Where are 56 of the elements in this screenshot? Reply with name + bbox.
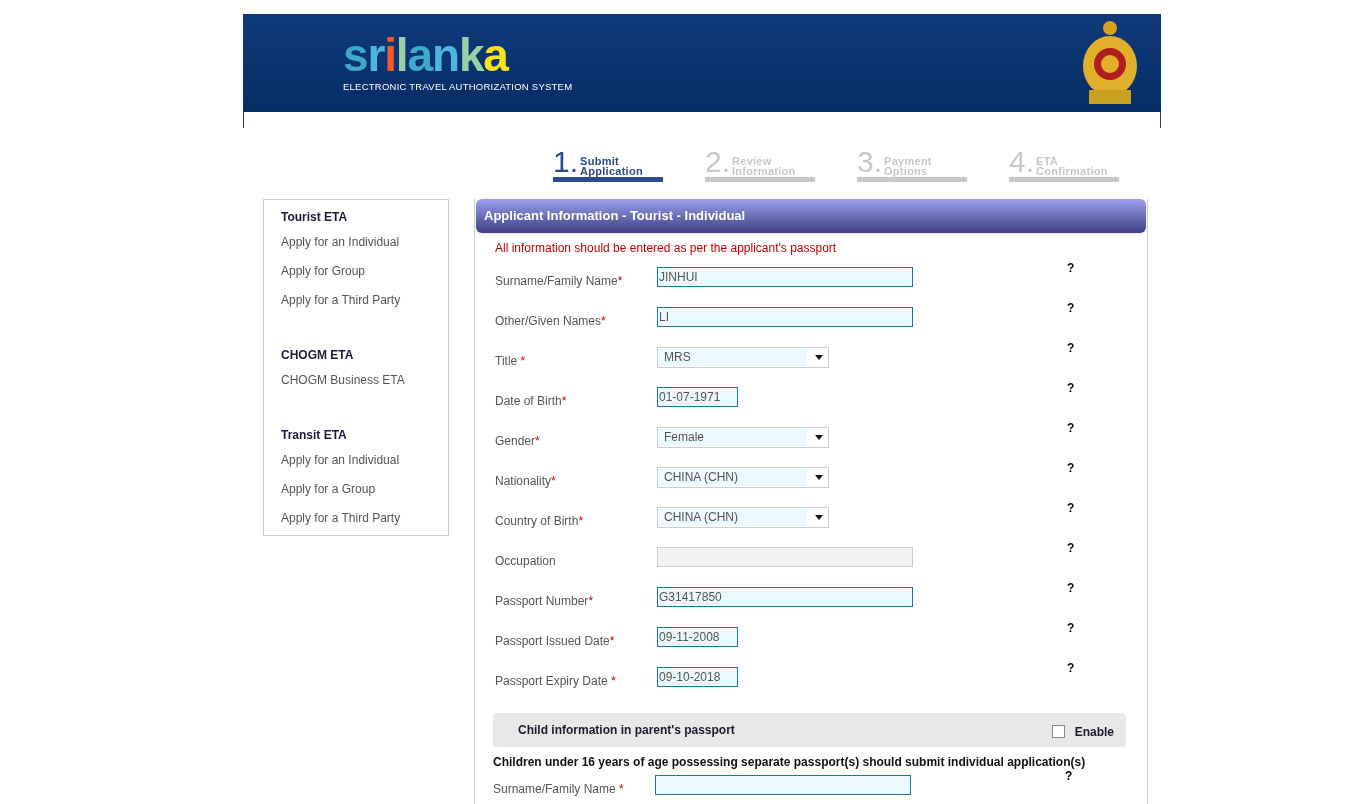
field-label: Gender* bbox=[495, 433, 541, 450]
sidebar-link[interactable]: Apply for a Third Party bbox=[281, 286, 401, 315]
field-label: Surname/Family Name* bbox=[495, 273, 624, 290]
field-label: Nationality* bbox=[495, 473, 557, 490]
input-field[interactable]: JINHUI bbox=[657, 267, 913, 287]
sidebar-link[interactable]: Apply for a Group bbox=[281, 475, 376, 504]
sidebar-link[interactable]: Apply for a Third Party bbox=[281, 504, 401, 533]
select-dropdown[interactable]: Female bbox=[657, 426, 829, 448]
caret-icon bbox=[815, 354, 823, 360]
field-label: Passport Issued Date* bbox=[495, 633, 616, 650]
caret-icon bbox=[815, 474, 823, 480]
enable-label: Enable bbox=[1074, 724, 1114, 741]
help-mark[interactable]: ? bbox=[1067, 339, 1075, 357]
help-mark[interactable]: ? bbox=[1067, 539, 1075, 557]
section-title: Child information in parent's passport bbox=[518, 722, 736, 739]
input-field[interactable]: 01-07-1971 bbox=[657, 387, 738, 407]
help-mark[interactable]: ? bbox=[1067, 299, 1075, 317]
select-dropdown[interactable]: CHINA (CHN) bbox=[657, 506, 829, 528]
input-field[interactable] bbox=[655, 775, 911, 795]
input-field[interactable]: LI bbox=[657, 307, 913, 327]
sidebar-link[interactable]: Apply for Group bbox=[281, 257, 366, 286]
sidebar-heading: Tourist ETA bbox=[281, 209, 349, 226]
input-field[interactable]: 09-11-2008 bbox=[657, 627, 738, 647]
field-label: Date of Birth* bbox=[495, 393, 568, 410]
notice-text: All information should be entered as per the applicant's passport bbox=[495, 240, 838, 257]
field-label: Occupation bbox=[495, 553, 557, 570]
help-mark[interactable]: ? bbox=[1067, 259, 1075, 277]
enable-checkbox[interactable] bbox=[1051, 724, 1065, 738]
help-mark[interactable]: ? bbox=[1067, 619, 1075, 637]
input-field[interactable]: 09-10-2018 bbox=[657, 667, 738, 687]
select-dropdown[interactable]: MRS bbox=[657, 346, 829, 368]
caret-icon bbox=[815, 514, 823, 520]
help-mark[interactable]: ? bbox=[1067, 459, 1075, 477]
caret-icon bbox=[815, 434, 823, 440]
select-dropdown[interactable]: CHINA (CHN) bbox=[657, 466, 829, 488]
panel-header: Applicant Information - Tourist - Individual bbox=[476, 199, 1146, 233]
input-field[interactable]: G31417850 bbox=[657, 587, 913, 607]
help-mark[interactable]: ? bbox=[1067, 419, 1075, 437]
sidebar-link[interactable]: Apply for an Individual bbox=[281, 446, 400, 475]
sidebar-link[interactable]: CHOGM Business ETA bbox=[281, 366, 405, 395]
field-label: Other/Given Names* bbox=[495, 313, 607, 330]
logo: srilanka bbox=[343, 31, 510, 78]
help-mark[interactable]: ? bbox=[1067, 379, 1075, 397]
emblem-icon bbox=[1081, 20, 1139, 106]
field-label: Passport Number* bbox=[495, 593, 595, 610]
help-mark[interactable]: ? bbox=[1067, 659, 1075, 677]
field-label: Surname/Family Name * bbox=[493, 781, 625, 798]
logo-subtitle: ELECTRONIC TRAVEL AUTHORIZATION SYSTEM bbox=[343, 79, 573, 94]
field-label: Title * bbox=[495, 353, 527, 370]
sidebar-link[interactable]: Apply for an Individual bbox=[281, 228, 400, 257]
help-mark[interactable]: ? bbox=[1067, 579, 1075, 597]
help-mark[interactable]: ? bbox=[1067, 499, 1075, 517]
sidebar-heading: Transit ETA bbox=[281, 427, 348, 444]
field-label: Country of Birth* bbox=[495, 513, 585, 530]
field-label: Passport Expiry Date * bbox=[495, 673, 617, 690]
sidebar-heading: CHOGM ETA bbox=[281, 347, 355, 364]
